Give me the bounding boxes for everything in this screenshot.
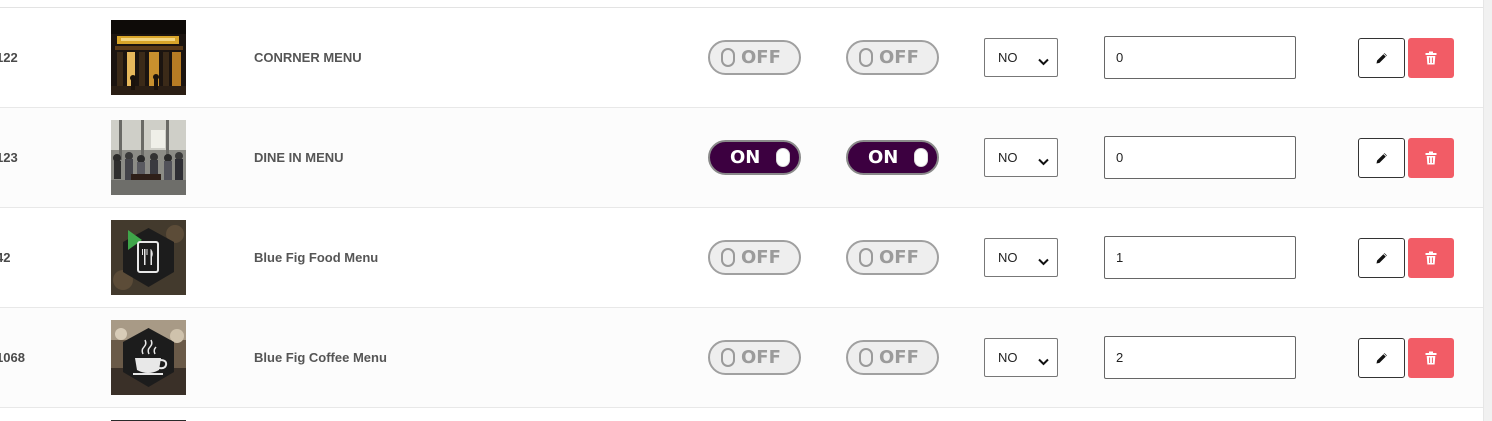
toggle-label: OFF [741,247,781,268]
table-row: 123 [0,108,1484,208]
menu-id: 122 [0,50,18,65]
toggle-label: OFF [879,47,919,68]
menu-thumbnail [111,320,186,395]
toggle-switch-2[interactable]: ON [846,140,939,175]
menu-name: Blue Fig Food Menu [254,250,379,265]
delete-button[interactable] [1408,138,1454,178]
yes-no-select[interactable]: NO [984,138,1058,177]
toggle-knob [914,148,928,167]
order-input[interactable] [1104,236,1296,279]
menu-list-page: 122 [0,0,1492,421]
menu-id: 123 [0,150,18,165]
toggle-knob [859,48,873,67]
menu-thumbnail [111,20,186,95]
menu-name: DINE IN MENU [254,150,344,165]
toggle-label: ON [868,147,899,168]
toggle-label: OFF [741,347,781,368]
menu-name: CONRNER MENU [254,50,362,65]
toggle-knob [721,48,735,67]
toggle-knob [859,348,873,367]
delete-button[interactable] [1408,338,1454,378]
menu-id: 42 [0,250,11,265]
menu-table: 122 [0,8,1484,408]
toggle-label: OFF [879,247,919,268]
edit-button[interactable] [1358,38,1405,78]
menu-thumbnail [111,120,186,195]
toggle-switch-1[interactable]: OFF [708,340,801,375]
menu-name: Blue Fig Coffee Menu [254,350,387,365]
toggle-label: ON [730,147,761,168]
yes-no-select[interactable]: NO [984,338,1058,377]
toggle-knob [721,348,735,367]
chevron-down-icon [1038,153,1049,171]
chevron-down-icon [1038,53,1049,71]
menu-id: 1068 [0,350,25,365]
toggle-switch-2[interactable]: OFF [846,240,939,275]
yes-no-select[interactable]: NO [984,38,1058,77]
toggle-switch-2[interactable]: OFF [846,340,939,375]
vertical-scrollbar[interactable] [1483,0,1492,421]
order-input[interactable] [1104,336,1296,379]
edit-button[interactable] [1358,238,1405,278]
toggle-label: OFF [741,47,781,68]
delete-button[interactable] [1408,238,1454,278]
table-row-partial [0,408,1484,421]
toggle-knob [859,248,873,267]
edit-button[interactable] [1358,138,1405,178]
toggle-label: OFF [879,347,919,368]
select-value: NO [998,350,1018,365]
delete-button[interactable] [1408,38,1454,78]
toggle-switch-2[interactable]: OFF [846,40,939,75]
chevron-down-icon [1038,353,1049,371]
table-row: 1068 Blue Fig Coffee Menu [0,308,1484,408]
toggle-switch-1[interactable]: ON [708,140,801,175]
toggle-knob [721,248,735,267]
toggle-switch-1[interactable]: OFF [708,40,801,75]
yes-no-select[interactable]: NO [984,238,1058,277]
table-row: 42 Blue Fig Food Menu [0,208,1484,308]
select-value: NO [998,50,1018,65]
order-input[interactable] [1104,36,1296,79]
toggle-knob [776,148,790,167]
order-input[interactable] [1104,136,1296,179]
select-value: NO [998,250,1018,265]
table-row: 122 [0,8,1484,108]
edit-button[interactable] [1358,338,1405,378]
chevron-down-icon [1038,253,1049,271]
select-value: NO [998,150,1018,165]
menu-thumbnail [111,220,186,295]
toggle-switch-1[interactable]: OFF [708,240,801,275]
